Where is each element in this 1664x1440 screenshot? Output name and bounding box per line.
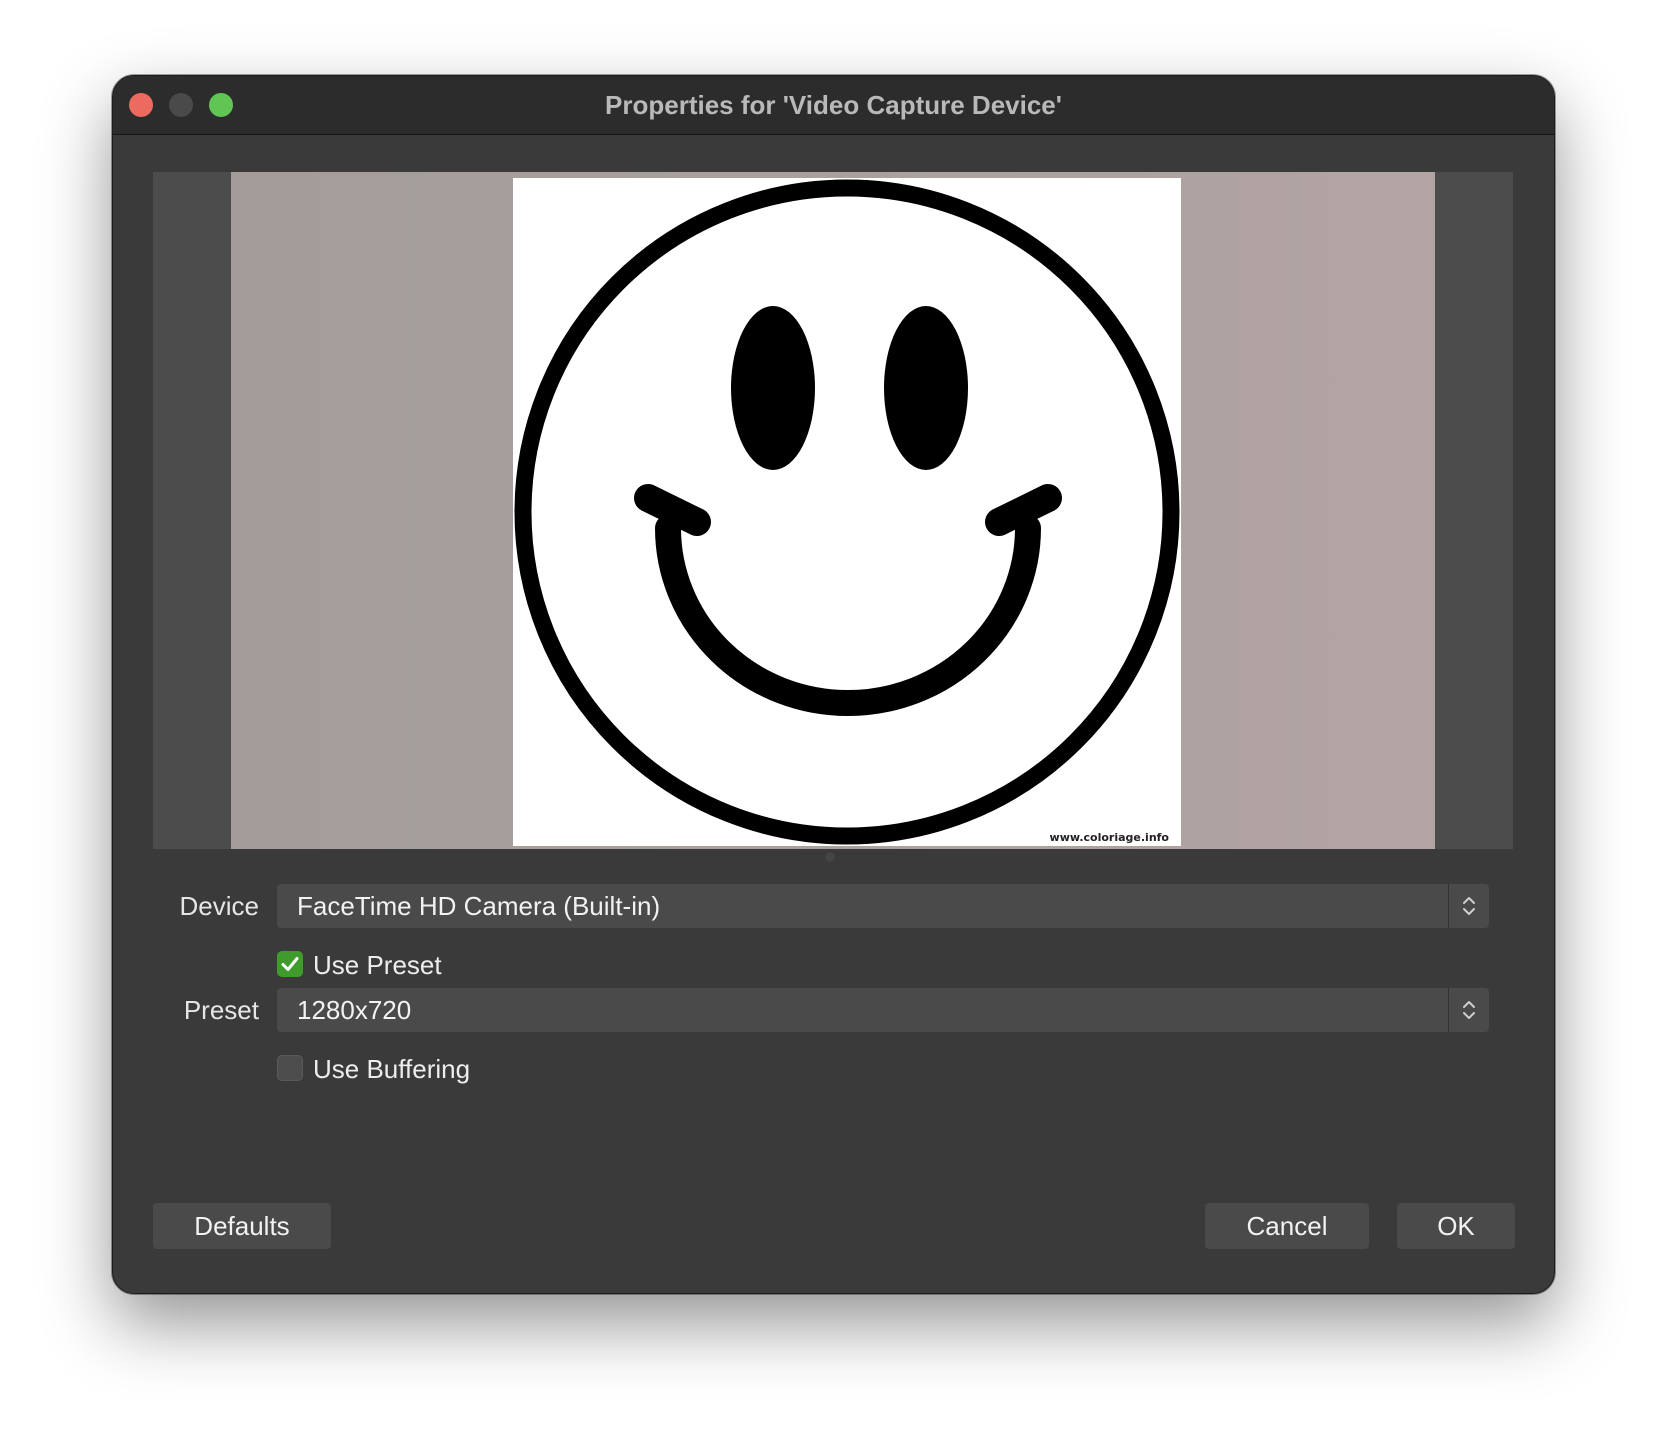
device-select[interactable]: FaceTime HD Camera (Built-in): [277, 884, 1489, 928]
preset-label: Preset: [183, 995, 259, 1025]
preset-select-value: 1280x720: [297, 995, 412, 1025]
use-preset-checkbox[interactable]: [277, 951, 303, 977]
window-title: Properties for 'Video Capture Device': [605, 90, 1062, 120]
use-preset-label[interactable]: Use Preset: [313, 950, 442, 981]
properties-window: Properties for 'Video Capture Device' ww…: [112, 75, 1555, 1294]
watermark-text: www.coloriage.info: [1049, 831, 1169, 844]
use-buffering-label[interactable]: Use Buffering: [313, 1054, 470, 1085]
checkmark-icon: [281, 957, 299, 971]
camera-feed: www.coloriage.info: [231, 172, 1435, 849]
ok-button[interactable]: OK: [1397, 1203, 1515, 1249]
use-buffering-checkbox[interactable]: [277, 1055, 303, 1081]
cancel-button[interactable]: Cancel: [1205, 1203, 1369, 1249]
smiley-drawing: www.coloriage.info: [513, 178, 1181, 846]
splitter-handle[interactable]: [825, 852, 835, 862]
device-select-value: FaceTime HD Camera (Built-in): [297, 891, 661, 921]
defaults-button[interactable]: Defaults: [153, 1203, 331, 1249]
updown-chevron-icon: [1448, 884, 1489, 928]
title-bar[interactable]: Properties for 'Video Capture Device': [113, 76, 1554, 135]
video-preview: www.coloriage.info: [153, 172, 1513, 849]
device-label: Device: [179, 891, 259, 921]
updown-chevron-icon: [1448, 988, 1489, 1032]
smiley-face-image: [514, 179, 1180, 845]
preset-select[interactable]: 1280x720: [277, 988, 1489, 1032]
